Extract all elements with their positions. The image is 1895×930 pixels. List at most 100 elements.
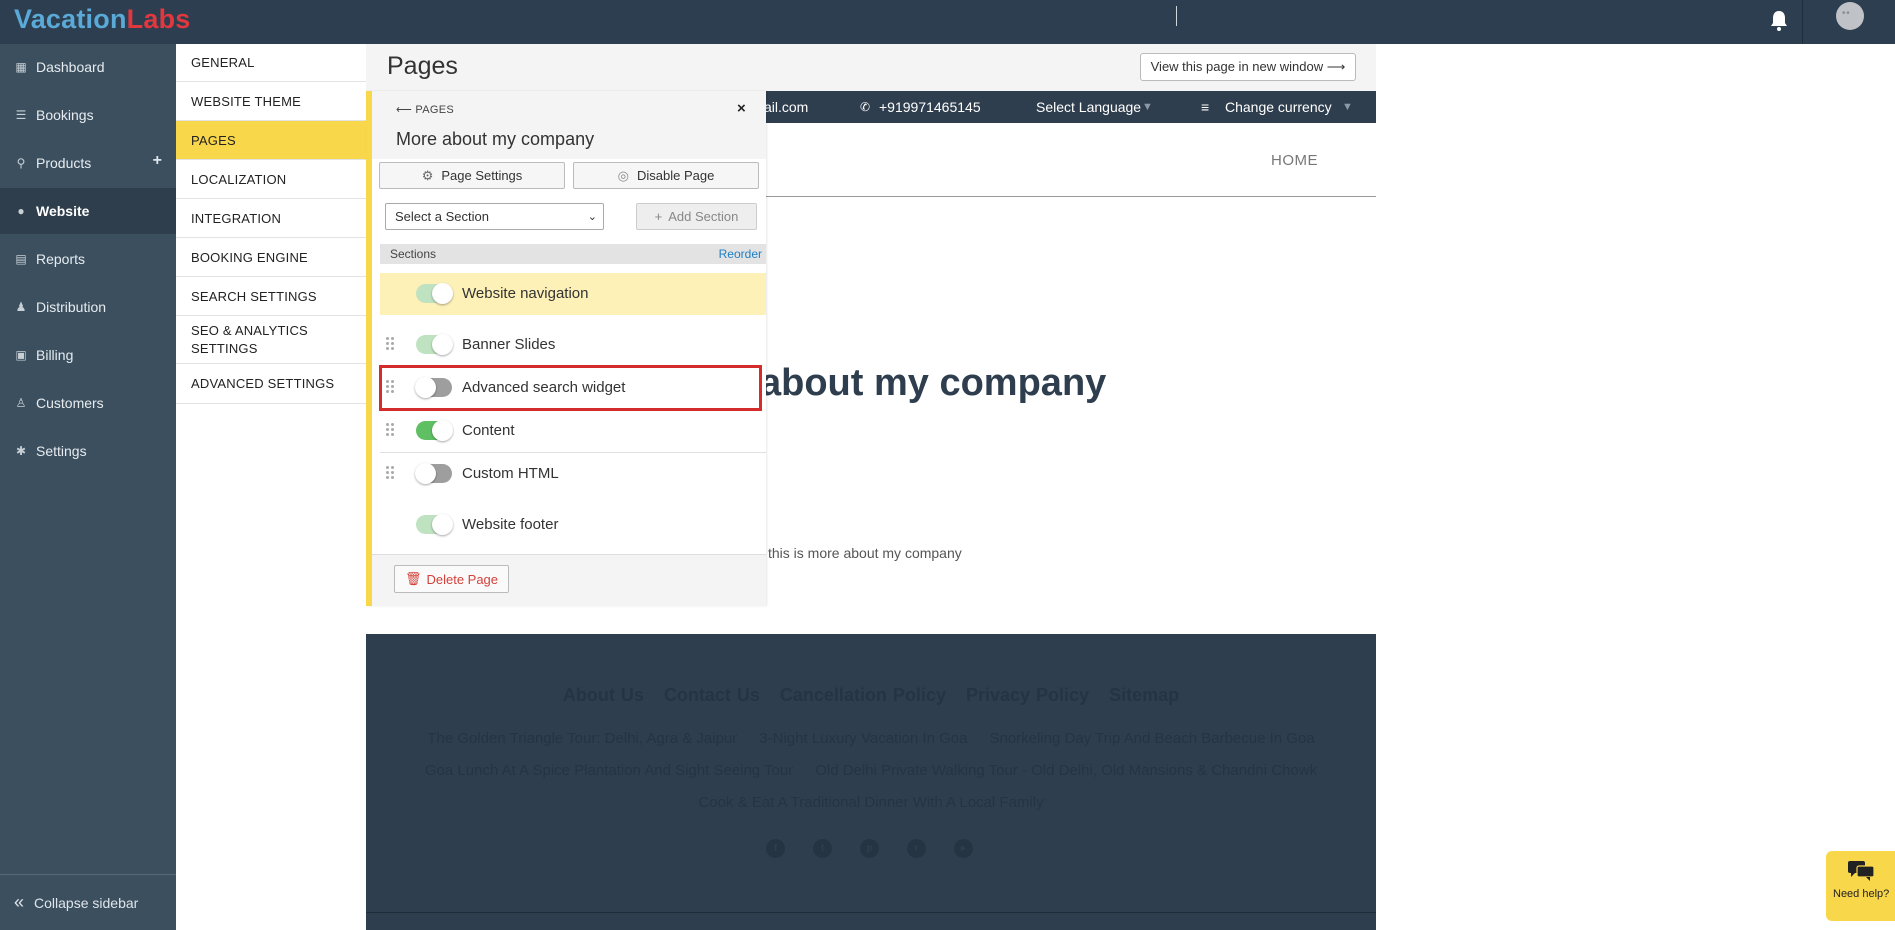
- section-toggle: [416, 283, 453, 304]
- delete-page-button[interactable]: 🗑 Delete Page: [394, 565, 509, 593]
- add-section-button[interactable]: + Add Section: [636, 203, 757, 230]
- currency-select[interactable]: Change currency: [1225, 99, 1332, 115]
- bell-icon[interactable]: [1767, 8, 1791, 34]
- footer-link-cancellation[interactable]: Cancellation Policy: [780, 685, 946, 705]
- submenu-integration[interactable]: INTEGRATION: [176, 199, 366, 238]
- submenu-website-theme[interactable]: WEBSITE THEME: [176, 82, 366, 121]
- language-caret-icon: ▼: [1142, 101, 1153, 113]
- sidebar-item-billing[interactable]: ▣ Billing: [0, 332, 176, 378]
- footer-links: About Us Contact Us Cancellation Policy Pri…: [366, 685, 1376, 706]
- sidebar-item-bookings[interactable]: ☰ Bookings: [0, 92, 176, 138]
- trash-icon: 🗑: [404, 571, 422, 586]
- footer-link-about[interactable]: About Us: [563, 685, 644, 705]
- footer-tour-link[interactable]: Goa Lunch At A Spice Plantation And Sigh…: [425, 762, 793, 779]
- language-select[interactable]: Select Language: [1036, 99, 1141, 115]
- panel-title: More about my company: [396, 129, 595, 149]
- reorder-link[interactable]: Reorder: [719, 247, 762, 261]
- youtube-icon[interactable]: ▸: [954, 839, 973, 858]
- sidebar-item-website[interactable]: ● Website: [0, 188, 176, 234]
- footer-tour-link[interactable]: 3-Night Luxury Vacation In Goa: [759, 730, 967, 747]
- submenu-localization[interactable]: LOCALIZATION: [176, 160, 366, 199]
- users-icon: ♟: [15, 300, 27, 314]
- section-row: Website footer: [380, 504, 766, 546]
- footer-tours-row: The Golden Triangle Tour: Delhi, Agra & …: [366, 730, 1376, 747]
- footer-link-sitemap[interactable]: Sitemap: [1109, 685, 1179, 705]
- panel-header: ⟵ PAGES × More about my company: [372, 91, 766, 159]
- preview-email[interactable]: ail.com: [764, 99, 808, 115]
- drag-handle-icon[interactable]: [386, 423, 396, 437]
- chat-bubbles-icon: [1848, 861, 1874, 881]
- twitter-icon[interactable]: t: [813, 839, 832, 858]
- currency-caret-icon: ▼: [1342, 101, 1353, 113]
- preview-footer: [366, 634, 1376, 930]
- main-sidebar: ▦ Dashboard ☰ Bookings ⚲ Products + ● We…: [0, 44, 176, 930]
- footer-link-contact[interactable]: Contact Us: [664, 685, 760, 705]
- add-product-icon[interactable]: +: [153, 152, 162, 170]
- page-header: Pages View this page in new window ⟶: [366, 44, 1376, 92]
- collapse-sidebar-button[interactable]: « Collapse sidebar: [0, 874, 176, 930]
- submenu-seo-analytics[interactable]: SEO & ANALYTICS SETTINGS: [176, 316, 366, 364]
- sidebar-item-products[interactable]: ⚲ Products +: [0, 140, 176, 186]
- chevron-down-icon: ⌄: [587, 211, 597, 223]
- close-icon[interactable]: ×: [737, 100, 746, 117]
- disable-page-button[interactable]: ◎ Disable Page: [573, 162, 759, 189]
- money-icon: ▣: [15, 348, 27, 362]
- submenu-general[interactable]: GENERAL: [176, 44, 366, 82]
- footer-tours-row: Goa Lunch At A Spice Plantation And Sigh…: [366, 762, 1376, 779]
- topbar-divider: [1802, 0, 1803, 44]
- panel-footer: 🗑 Delete Page: [372, 554, 766, 606]
- submenu-booking-engine[interactable]: BOOKING ENGINE: [176, 238, 366, 277]
- section-select[interactable]: Select a Section ⌄: [385, 203, 604, 230]
- sidebar-item-distribution[interactable]: ♟ Distribution: [0, 284, 176, 330]
- view-in-new-window-button[interactable]: View this page in new window ⟶: [1140, 53, 1356, 81]
- top-bar: VacationLabs: [0, 0, 1895, 44]
- footer-link-privacy[interactable]: Privacy Policy: [966, 685, 1089, 705]
- globe-icon: ●: [17, 204, 25, 218]
- page-title: Pages: [387, 52, 458, 80]
- footer-tour-link[interactable]: The Golden Triangle Tour: Delhi, Agra & …: [427, 730, 737, 747]
- footer-tour-link[interactable]: Old Delhi Private Walking Tour - Old Del…: [815, 762, 1317, 779]
- user-icon: ♙: [15, 396, 27, 410]
- pinterest-icon[interactable]: p: [860, 839, 879, 858]
- drag-handle-icon[interactable]: [386, 466, 396, 480]
- submenu-advanced-settings[interactable]: ADVANCED SETTINGS: [176, 364, 366, 404]
- preview-nav-home[interactable]: HOME: [1271, 152, 1318, 169]
- section-row: Custom HTML: [380, 453, 766, 495]
- section-toggle: [416, 334, 453, 355]
- eye-slash-icon: ◎: [617, 167, 629, 183]
- need-help-widget[interactable]: Need help?: [1826, 851, 1895, 921]
- plus-icon: +: [654, 209, 663, 224]
- facebook-icon[interactable]: f: [766, 839, 785, 858]
- double-chevron-left-icon: «: [14, 892, 25, 912]
- drag-handle-icon[interactable]: [386, 337, 396, 351]
- sidebar-item-settings[interactable]: ✱ Settings: [0, 428, 176, 474]
- sidebar-item-dashboard[interactable]: ▦ Dashboard: [0, 44, 176, 90]
- footer-tour-link[interactable]: Snorkeling Day Trip And Beach Barbecue I…: [989, 730, 1314, 747]
- page-settings-button[interactable]: ⚙ Page Settings: [379, 162, 565, 189]
- section-row: Website navigation: [380, 273, 766, 315]
- back-to-pages-link[interactable]: ⟵ PAGES: [396, 103, 454, 116]
- footer-tours-row: Cook & Eat A Traditional Dinner With A L…: [366, 794, 1376, 811]
- list-icon: ☰: [15, 108, 27, 122]
- gear-icon: ✱: [15, 444, 27, 458]
- footer-social-icons: f t p r ▸: [766, 839, 973, 858]
- phone-icon: ✆: [860, 100, 871, 114]
- calendar-icon: ▦: [15, 60, 27, 74]
- database-icon: ≡: [1201, 99, 1210, 115]
- preview-phone[interactable]: +919971465145: [879, 99, 981, 115]
- sections-header: Sections Reorder: [380, 244, 766, 264]
- submenu-search-settings[interactable]: SEARCH SETTINGS: [176, 277, 366, 316]
- avatar[interactable]: [1836, 2, 1864, 30]
- sidebar-item-customers[interactable]: ♙ Customers: [0, 380, 176, 426]
- sidebar-item-reports[interactable]: ▤ Reports: [0, 236, 176, 282]
- highlight-annotation: [379, 365, 762, 411]
- submenu-pages[interactable]: PAGES: [176, 121, 366, 160]
- section-toggle[interactable]: [415, 463, 452, 484]
- rss-icon[interactable]: r: [907, 839, 926, 858]
- map-pin-icon: ⚲: [16, 156, 26, 170]
- gears-icon: ⚙: [421, 167, 434, 183]
- footer-tour-link[interactable]: Cook & Eat A Traditional Dinner With A L…: [698, 794, 1043, 811]
- brand-logo[interactable]: VacationLabs: [14, 4, 190, 35]
- section-row: Content: [380, 410, 766, 452]
- section-toggle[interactable]: [416, 420, 453, 441]
